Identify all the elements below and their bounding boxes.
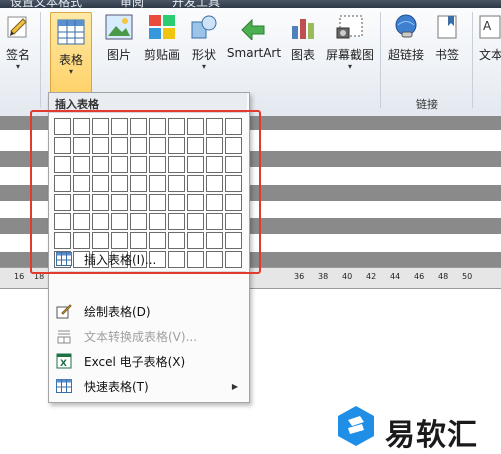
shapes-button[interactable]: 形状 ▾ [188,12,220,71]
menu-item-label: 绘制表格(D) [84,304,151,319]
watermark-logo-icon [334,404,378,448]
table-icon [56,17,86,47]
draw-table-icon [56,303,72,319]
text-to-table-icon [56,328,72,344]
ruler-number: 40 [342,272,353,281]
excel-icon: X [56,353,72,369]
clipart-icon [147,12,177,42]
clipart-label: 剪贴画 [143,48,180,62]
menu-item-label: 插入表格(I)... [84,252,157,267]
screenshot-label: 屏幕截图 [325,48,374,62]
bookmark-button[interactable]: 书签 [432,12,462,63]
chevron-right-icon: ▶ [231,381,238,391]
hyperlink-button[interactable]: 超链接 [386,12,426,63]
chevron-down-icon: ▾ [201,62,206,71]
smartart-icon [239,12,269,42]
bookmark-label: 书签 [434,48,459,62]
textbox-icon: A [476,12,501,42]
menu-item-label: 快速表格(T) [84,379,149,394]
chevron-down-icon: ▾ [15,62,20,71]
table-label: 表格 [58,53,83,67]
menu-item-label: Excel 电子表格(X) [84,354,186,369]
picture-label: 图片 [106,48,131,62]
hyperlink-icon [391,12,421,42]
menu-item-draw-table[interactable]: 绘制表格(D) [50,299,246,323]
screenshot-icon [335,12,365,42]
menu-item-text-to-table[interactable]: 文本转换成表格(V)... [50,324,246,348]
group-divider [380,12,381,108]
ruler-number: 16 [14,272,25,281]
smartart-label: SmartArt [226,46,282,60]
chevron-down-icon: ▾ [68,67,73,76]
watermark-text: 易软汇 [385,418,478,453]
ruler-number: 50 [462,272,473,281]
chevron-down-icon: ▾ [347,62,352,71]
shapes-label: 形状 [191,48,216,62]
ruler-number: 38 [318,272,329,281]
menu-item-excel-spreadsheet[interactable]: X Excel 电子表格(X) [50,349,246,373]
ruler-number: 46 [414,272,425,281]
ruler-number: 36 [294,272,305,281]
svg-text:A: A [483,19,492,33]
picture-button[interactable]: 图片 [102,12,136,63]
signature-label: 签名 [5,48,30,62]
signature-button[interactable]: 签名 ▾ [0,12,36,71]
ruler-number: 42 [366,272,377,281]
shapes-icon [189,12,219,42]
insert-table-icon [56,251,72,267]
hyperlink-label: 超链接 [387,48,424,62]
svg-text:X: X [60,359,67,369]
menu-item-label: 文本转换成表格(V)... [84,329,198,344]
group-label-links: 链接 [416,98,438,111]
chart-label: 图表 [290,48,315,62]
quick-table-icon [56,378,72,394]
bookmark-icon [432,12,462,42]
clipart-button[interactable]: 剪贴画 [142,12,182,63]
picture-icon [104,12,134,42]
menu-item-insert-table[interactable]: 插入表格(I)... [50,247,246,271]
group-divider [40,12,41,108]
chart-button[interactable]: 图表 [286,12,320,63]
chart-icon [288,12,318,42]
screenshot-button[interactable]: 屏幕截图 ▾ [324,12,376,71]
text-label: 文本 [478,48,501,62]
ruler-number: 48 [438,272,449,281]
signature-icon [3,12,33,42]
group-divider [472,12,473,108]
table-button[interactable]: 表格 ▾ [50,12,92,94]
text-button[interactable]: A 文本 [476,12,501,63]
ribbon-tab-strip: 设置文本格式 审阅 开发工具 [0,0,501,9]
menu-separator [50,271,246,272]
ruler-number: 44 [390,272,401,281]
menu-item-quick-tables[interactable]: 快速表格(T) ▶ [50,374,246,398]
smartart-button[interactable]: SmartArt [226,12,282,60]
